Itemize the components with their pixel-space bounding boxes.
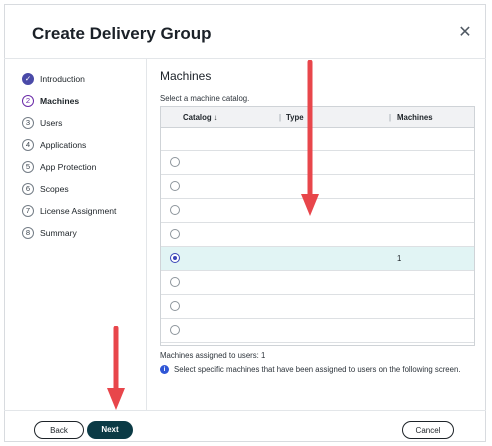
step-number: 8 xyxy=(22,227,34,239)
row-radio[interactable] xyxy=(170,229,180,239)
check-icon: ✓ xyxy=(22,73,34,85)
table-row[interactable] xyxy=(161,295,474,319)
info-icon: i xyxy=(160,365,169,374)
column-divider: | xyxy=(279,113,282,122)
step-summary[interactable]: 8 Summary xyxy=(22,222,147,244)
step-number: 4 xyxy=(22,139,34,151)
table-row[interactable] xyxy=(161,271,474,295)
step-number: 5 xyxy=(22,161,34,173)
dialog-title: Create Delivery Group xyxy=(32,24,212,43)
step-label: App Protection xyxy=(40,162,97,172)
next-button[interactable]: Next xyxy=(87,421,133,439)
sidebar-divider xyxy=(146,59,147,410)
step-number: 6 xyxy=(22,183,34,195)
close-icon[interactable]: ✕ xyxy=(458,25,472,41)
step-introduction[interactable]: ✓ Introduction xyxy=(22,68,147,90)
row-radio[interactable] xyxy=(170,205,180,215)
step-app-protection[interactable]: 5 App Protection xyxy=(22,156,147,178)
page-title: Machines xyxy=(160,69,212,83)
row-radio[interactable] xyxy=(170,181,180,191)
table-row-selected[interactable]: 1 xyxy=(161,247,474,271)
column-header-machines[interactable]: Machines xyxy=(397,113,433,122)
step-license-assignment[interactable]: 7 License Assignment xyxy=(22,200,147,222)
step-label: Scopes xyxy=(40,184,69,194)
cancel-button[interactable]: Cancel xyxy=(402,421,454,439)
step-scopes[interactable]: 6 Scopes xyxy=(22,178,147,200)
step-users[interactable]: 3 Users xyxy=(22,112,147,134)
step-machines[interactable]: 2 Machines xyxy=(22,90,147,112)
column-header-catalog[interactable]: Catalog ↓ xyxy=(183,113,218,122)
info-message: i Select specific machines that have bee… xyxy=(160,365,461,374)
column-divider: | xyxy=(389,113,392,122)
step-label: License Assignment xyxy=(40,206,117,216)
step-label: Applications xyxy=(40,140,87,150)
step-number: 7 xyxy=(22,205,34,217)
step-number: 2 xyxy=(22,95,34,107)
step-label: Introduction xyxy=(40,74,85,84)
step-number: 3 xyxy=(22,117,34,129)
annotation-arrow-down-icon xyxy=(301,60,319,216)
row-radio[interactable] xyxy=(170,277,180,287)
assigned-count-text: Machines assigned to users: 1 xyxy=(160,351,266,360)
machines-cell: 1 xyxy=(397,254,402,263)
back-button[interactable]: Back xyxy=(34,421,84,439)
footer-divider xyxy=(4,410,486,411)
row-radio[interactable] xyxy=(170,157,180,167)
wizard-steps: ✓ Introduction 2 Machines 3 Users 4 Applicat… xyxy=(22,68,147,244)
annotation-arrow-down-icon xyxy=(107,326,125,410)
step-label: Users xyxy=(40,118,63,128)
row-radio[interactable] xyxy=(170,325,180,335)
step-applications[interactable]: 4 Applications xyxy=(22,134,147,156)
row-radio[interactable] xyxy=(170,301,180,311)
row-radio-selected[interactable] xyxy=(170,253,180,263)
info-text: Select specific machines that have been … xyxy=(174,365,461,374)
table-row[interactable] xyxy=(161,319,474,343)
header-divider xyxy=(4,58,486,59)
table-row[interactable] xyxy=(161,223,474,247)
step-label: Machines xyxy=(40,96,80,106)
step-label: Summary xyxy=(40,228,77,238)
page-subtitle: Select a machine catalog. xyxy=(160,94,250,103)
